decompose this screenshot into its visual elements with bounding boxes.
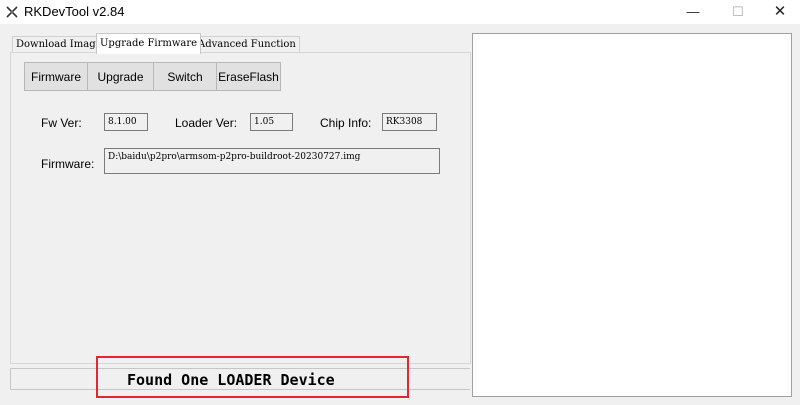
tab-download-image[interactable]: Download Image bbox=[12, 36, 106, 53]
firmware-button[interactable]: Firmware bbox=[24, 62, 88, 91]
maximize-button[interactable]: ☐ bbox=[718, 0, 758, 24]
firmware-path-field: D:\baidu\p2pro\armsom-p2pro-buildroot-20… bbox=[104, 148, 440, 174]
firmware-path-label: Firmware: bbox=[41, 157, 95, 171]
upgrade-firmware-tab-panel bbox=[10, 52, 471, 364]
title-bar: RKDevTool v2.84 — ☐ ✕ bbox=[0, 0, 800, 24]
chip-info-field: RK3308 bbox=[382, 113, 437, 131]
eraseflash-button[interactable]: EraseFlash bbox=[216, 62, 281, 91]
chip-info-label: Chip Info: bbox=[320, 116, 372, 130]
window-title: RKDevTool v2.84 bbox=[24, 4, 125, 19]
loader-ver-field: 1.05 bbox=[250, 113, 293, 131]
tab-advanced-function[interactable]: Advanced Function bbox=[194, 36, 300, 53]
tab-upgrade-firmware[interactable]: Upgrade Firmware bbox=[96, 33, 202, 54]
upgrade-button[interactable]: Upgrade bbox=[87, 62, 154, 91]
switch-button[interactable]: Switch bbox=[153, 62, 217, 91]
close-button[interactable]: ✕ bbox=[760, 0, 800, 24]
log-output-panel[interactable] bbox=[472, 33, 792, 397]
minimize-button[interactable]: — bbox=[673, 0, 713, 24]
fw-ver-label: Fw Ver: bbox=[41, 116, 82, 130]
status-highlight-box bbox=[96, 356, 409, 398]
fw-ver-field: 8.1.00 bbox=[104, 113, 148, 131]
rkdevtool-app-icon bbox=[6, 6, 18, 18]
loader-ver-label: Loader Ver: bbox=[175, 116, 238, 130]
